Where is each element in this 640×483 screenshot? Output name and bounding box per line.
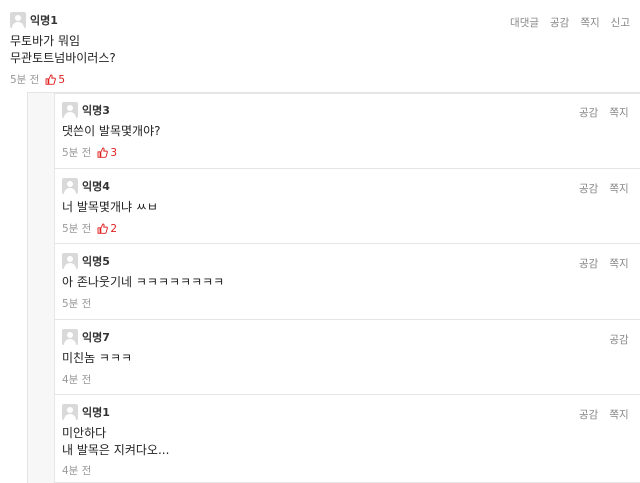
comment-line: 너 발목몇개냐 ㅆㅂ xyxy=(62,199,158,216)
comment-line: 댓쓴이 발목몇개야? xyxy=(62,123,161,140)
main-comment: 익명1 대댓글 공감 쪽지 신고 무토바가 뭐임 무관토트넘바이러스? 5분 전… xyxy=(10,12,630,88)
message-button[interactable]: 쪽지 xyxy=(609,256,628,271)
like-count[interactable]: 2 xyxy=(97,223,117,235)
comment-time: 4분 전 xyxy=(62,372,91,387)
comment-actions: 공감 쪽지 신고 xyxy=(579,105,640,120)
replies-container: 익명3 공감 쪽지 신고 댓쓴이 발목몇개야? 5분 전 3 xyxy=(27,92,640,483)
comment-meta: 5분 전 3 xyxy=(62,145,117,160)
comment-actions: 공감 삭제 xyxy=(609,332,640,347)
comment-meta: 5분 전 5 xyxy=(10,72,65,87)
comment-time: 5분 전 xyxy=(62,145,91,160)
reply-comment: 익명1 공감 쪽지 신고 미안하다 내 발목은 지켜다오... 4분 전 xyxy=(54,394,640,483)
comment-actions: 공감 쪽지 신고 xyxy=(579,407,640,422)
comment-header: 익명3 xyxy=(62,102,110,118)
message-button[interactable]: 쪽지 xyxy=(580,15,599,30)
reply-inner: 익명3 공감 쪽지 신고 댓쓴이 발목몇개야? 5분 전 3 xyxy=(62,102,640,164)
message-button[interactable]: 쪽지 xyxy=(609,181,628,196)
comment-header: 익명4 xyxy=(62,178,110,194)
like-button[interactable]: 공감 xyxy=(579,407,598,422)
message-button[interactable]: 쪽지 xyxy=(609,407,628,422)
comment-author: 익명7 xyxy=(82,329,110,345)
avatar xyxy=(62,253,78,269)
comment-header: 익명1 xyxy=(10,12,58,28)
comment-line: 무관토트넘바이러스? xyxy=(10,50,116,67)
comment-header: 익명5 xyxy=(62,253,110,269)
avatar xyxy=(62,178,78,194)
like-count-value: 2 xyxy=(110,223,117,235)
comment-time: 4분 전 xyxy=(62,463,91,478)
comment-author: 익명1 xyxy=(82,404,110,420)
like-button[interactable]: 공감 xyxy=(579,105,598,120)
comment-text: 댓쓴이 발목몇개야? xyxy=(62,123,161,140)
comment-text: 아 존나웃기네 ㅋㅋㅋㅋㅋㅋㅋㅋ xyxy=(62,274,224,291)
comment-header: 익명7 xyxy=(62,329,110,345)
message-button[interactable]: 쪽지 xyxy=(609,105,628,120)
reply-inner: 익명5 공감 쪽지 신고 아 존나웃기네 ㅋㅋㅋㅋㅋㅋㅋㅋ 5분 전 xyxy=(62,253,640,315)
comment-author: 익명4 xyxy=(82,178,110,194)
comment-author: 익명5 xyxy=(82,253,110,269)
comment-header: 익명1 xyxy=(62,404,110,420)
comment-line: 미안하다 xyxy=(62,425,169,442)
reply-comment: 익명4 공감 쪽지 신고 너 발목몇개냐 ㅆㅂ 5분 전 2 xyxy=(54,168,640,244)
thumbs-up-icon xyxy=(97,147,108,158)
comment-time: 5분 전 xyxy=(62,296,91,311)
reply-comment: 익명7 공감 삭제 미친놈 ㅋㅋㅋ 4분 전 xyxy=(54,319,640,395)
like-count-value: 5 xyxy=(58,74,65,86)
like-count[interactable]: 5 xyxy=(45,74,65,86)
reply-button[interactable]: 대댓글 xyxy=(510,15,539,30)
comment-actions: 공감 쪽지 신고 xyxy=(579,181,640,196)
report-button[interactable]: 신고 xyxy=(611,15,630,30)
comment-meta: 4분 전 xyxy=(62,372,91,387)
comment-text: 미안하다 내 발목은 지켜다오... xyxy=(62,425,169,459)
comment-author: 익명3 xyxy=(82,102,110,118)
thumbs-up-icon xyxy=(97,223,108,234)
like-button[interactable]: 공감 xyxy=(579,181,598,196)
comment-text: 너 발목몇개냐 ㅆㅂ xyxy=(62,199,158,216)
comment-meta: 5분 전 xyxy=(62,296,91,311)
avatar xyxy=(10,12,26,28)
like-button[interactable]: 공감 xyxy=(609,332,628,347)
comment-text: 무토바가 뭐임 무관토트넘바이러스? xyxy=(10,33,116,67)
comment-author: 익명1 xyxy=(30,12,58,28)
reply-inner: 익명4 공감 쪽지 신고 너 발목몇개냐 ㅆㅂ 5분 전 2 xyxy=(62,178,640,240)
comment-line: 무토바가 뭐임 xyxy=(10,33,116,50)
like-button[interactable]: 공감 xyxy=(550,15,569,30)
comment-meta: 4분 전 xyxy=(62,463,91,478)
comment-meta: 5분 전 2 xyxy=(62,221,117,236)
like-count[interactable]: 3 xyxy=(97,147,117,159)
comment-time: 5분 전 xyxy=(10,72,39,87)
comment-line: 내 발목은 지켜다오... xyxy=(62,442,169,459)
reply-inner: 익명1 공감 쪽지 신고 미안하다 내 발목은 지켜다오... 4분 전 xyxy=(62,404,640,482)
reply-comment: 익명3 공감 쪽지 신고 댓쓴이 발목몇개야? 5분 전 3 xyxy=(54,93,640,169)
comment-time: 5분 전 xyxy=(62,221,91,236)
comment-text: 미친놈 ㅋㅋㅋ xyxy=(62,350,132,367)
like-button[interactable]: 공감 xyxy=(579,256,598,271)
avatar xyxy=(62,404,78,420)
avatar xyxy=(62,102,78,118)
like-count-value: 3 xyxy=(110,147,117,159)
reply-inner: 익명7 공감 삭제 미친놈 ㅋㅋㅋ 4분 전 xyxy=(62,329,640,391)
reply-comment: 익명5 공감 쪽지 신고 아 존나웃기네 ㅋㅋㅋㅋㅋㅋㅋㅋ 5분 전 xyxy=(54,243,640,320)
thumbs-up-icon xyxy=(45,74,56,85)
comment-actions: 공감 쪽지 신고 xyxy=(579,256,640,271)
avatar xyxy=(62,329,78,345)
comment-line: 아 존나웃기네 ㅋㅋㅋㅋㅋㅋㅋㅋ xyxy=(62,274,224,291)
comment-line: 미친놈 ㅋㅋㅋ xyxy=(62,350,132,367)
comment-actions: 대댓글 공감 쪽지 신고 xyxy=(510,15,630,30)
